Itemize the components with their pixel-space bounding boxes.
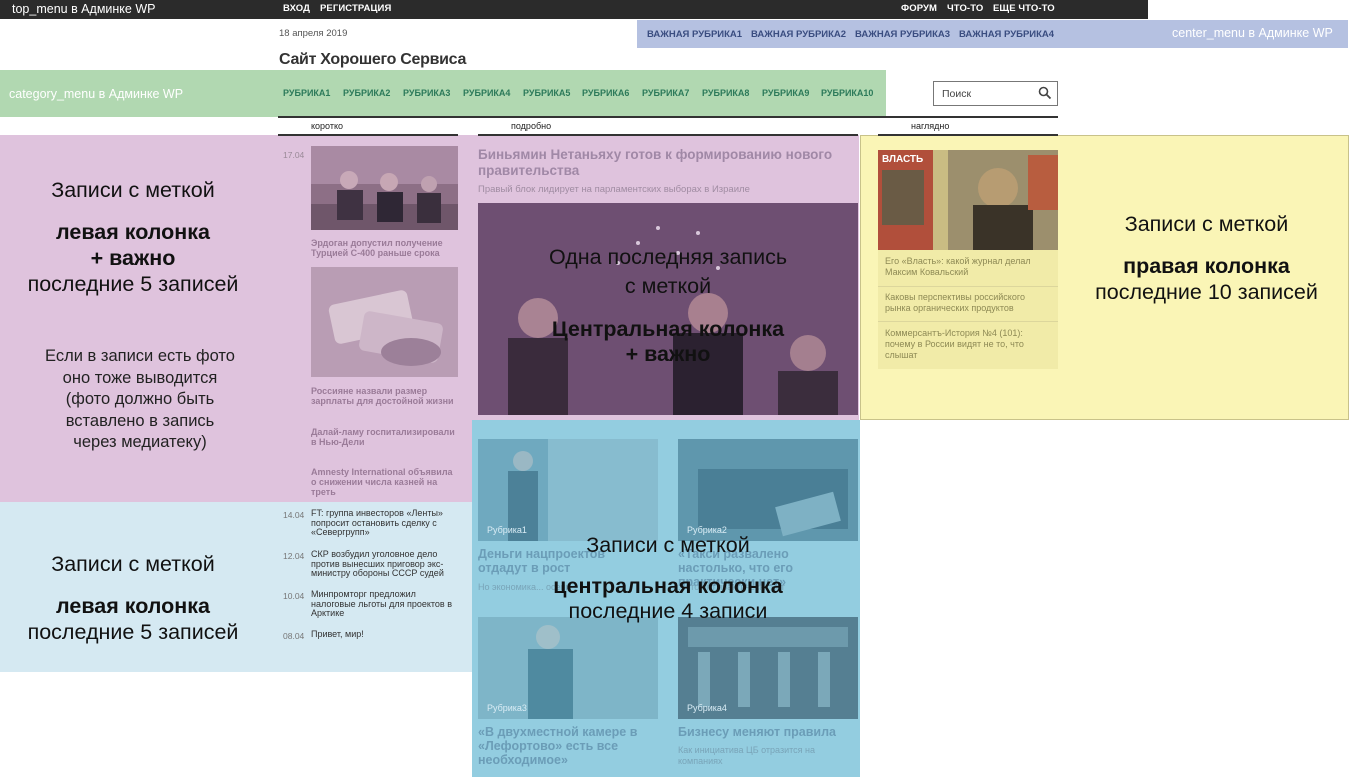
grid-rubric[interactable]: Рубрика3 <box>487 703 527 713</box>
forum-link[interactable]: ФОРУМ <box>901 3 937 14</box>
something-else-link[interactable]: ЕЩЕ ЧТО-ТО <box>993 3 1055 14</box>
news-title[interactable]: Минпромторг предложил налоговые льготы д… <box>311 589 461 619</box>
column-divider-right <box>878 134 1058 136</box>
main-news-title[interactable]: Биньямин Нетаньяху готов к формированию … <box>478 147 853 179</box>
news-date: 08.04 <box>283 631 305 641</box>
annotation-note: (фото должно быть <box>65 390 215 408</box>
category-item-4[interactable]: РУБРИКА4 <box>463 88 510 98</box>
grid-title[interactable]: Бизнесу меняют правила <box>678 725 858 739</box>
category-item-1[interactable]: РУБРИКА1 <box>283 88 330 98</box>
category-menu-note: category_menu в Админке WP <box>9 87 184 101</box>
annotation-count: последние 4 записи <box>568 599 768 623</box>
annotation-title: Записи с меткой <box>51 552 215 576</box>
category-item-6[interactable]: РУБРИКА6 <box>582 88 629 98</box>
annotation-note: вставлено в запись <box>65 412 215 430</box>
annotation-title: Одна последняя запись <box>548 245 788 269</box>
login-link[interactable]: ВХОД <box>283 3 310 14</box>
right-news-divider <box>878 286 1058 287</box>
column-head-detailed: подробно <box>511 121 552 131</box>
right-news-photo[interactable] <box>878 150 1058 250</box>
news-date: 14.04 <box>283 510 305 520</box>
category-item-10[interactable]: РУБРИКА10 <box>821 88 873 98</box>
news-title[interactable]: СКР возбудил уголовное дело против вынес… <box>311 549 461 579</box>
right-news-item[interactable]: Каковы перспективы российского рынка орг… <box>885 292 1053 314</box>
annotation-column: Центральная колонка <box>551 317 785 341</box>
news-title[interactable]: Россияне назвали размер зарплаты для дос… <box>311 386 458 406</box>
right-news-item[interactable]: Коммерсантъ-История №4 (101): почему в Р… <box>885 328 1053 361</box>
center-menu-item-1[interactable]: ВАЖНАЯ РУБРИКА1 <box>647 29 742 40</box>
column-head-short: коротко <box>311 121 344 131</box>
news-date: 12.04 <box>283 551 305 561</box>
annotation-column: центральная колонка <box>553 574 783 598</box>
category-item-7[interactable]: РУБРИКА7 <box>642 88 689 98</box>
news-title[interactable]: Привет, мир! <box>311 629 461 640</box>
register-link[interactable]: РЕГИСТРАЦИЯ <box>320 3 391 14</box>
category-item-8[interactable]: РУБРИКА8 <box>702 88 749 98</box>
annotation-note: Если в записи есть фото <box>45 347 235 365</box>
annotation-important: + важно <box>625 342 711 366</box>
annotation-count: последние 5 записей <box>27 620 239 644</box>
annotation-note: оно тоже выводится <box>62 369 218 387</box>
annotation-column: правая колонка <box>1123 254 1290 278</box>
category-item-2[interactable]: РУБРИКА2 <box>343 88 390 98</box>
news-date: 10.04 <box>283 591 305 601</box>
news-date: 17.04 <box>283 150 305 160</box>
search-placeholder: Поиск <box>942 88 972 100</box>
annotation-count: последние 5 записей <box>27 272 239 296</box>
center-menu-item-4[interactable]: ВАЖНАЯ РУБРИКА4 <box>959 29 1054 40</box>
column-divider-left <box>278 134 458 136</box>
right-photo-label: ВЛАСТЬ <box>882 154 924 165</box>
annotation-title: Записи с меткой <box>1124 212 1289 236</box>
column-divider-center <box>478 134 858 136</box>
column-head-visual: наглядно <box>911 121 950 131</box>
main-news-subtitle: Правый блок лидирует на парламентских вы… <box>478 184 750 195</box>
center-menu-item-2[interactable]: ВАЖНАЯ РУБРИКА2 <box>751 29 846 40</box>
top-menu-note: top_menu в Админке WP <box>12 2 156 16</box>
right-news-item[interactable]: Его «Власть»: какой журнал делал Максим … <box>885 256 1053 278</box>
grid-rubric[interactable]: Рубрика4 <box>687 703 727 713</box>
category-item-5[interactable]: РУБРИКА5 <box>523 88 570 98</box>
annotation-note: через медиатеку) <box>73 433 207 451</box>
search-icon[interactable] <box>1038 86 1052 100</box>
annotation-title: Записи с меткой <box>51 178 215 202</box>
right-news-divider <box>878 321 1058 322</box>
news-photo[interactable] <box>311 267 458 377</box>
grid-subtitle: Как инициатива ЦБ отразится на компаниях <box>678 745 815 766</box>
annotation-title-2: с меткой <box>624 274 712 298</box>
news-photo[interactable] <box>311 146 458 230</box>
site-title[interactable]: Сайт Хорошего Сервиса <box>279 51 466 69</box>
news-title[interactable]: Далай-ламу госпитализировали в Нью-Дели <box>311 427 458 447</box>
category-item-9[interactable]: РУБРИКА9 <box>762 88 809 98</box>
annotation-important: + важно <box>90 246 176 270</box>
news-title[interactable]: FT: группа инвесторов «Ленты» попросит о… <box>311 508 461 538</box>
something-link[interactable]: ЧТО-ТО <box>947 3 983 14</box>
center-menu-note: center_menu в Админке WP <box>1172 26 1333 40</box>
center-menu-item-3[interactable]: ВАЖНАЯ РУБРИКА3 <box>855 29 950 40</box>
news-title[interactable]: Amnesty International объявила о снижени… <box>311 467 458 497</box>
header-divider <box>278 116 1058 118</box>
news-title[interactable]: Эрдоган допустил получение Турцией С-400… <box>311 238 458 258</box>
annotation-column: левая колонка <box>55 594 211 618</box>
annotation-count: последние 10 записей <box>1095 280 1318 304</box>
annotation-title: Записи с меткой <box>586 533 750 557</box>
current-date: 18 апреля 2019 <box>279 28 348 39</box>
grid-title[interactable]: «В двухместной камере в «Лефортово» есть… <box>478 725 658 767</box>
annotation-column: левая колонка <box>55 220 211 244</box>
category-item-3[interactable]: РУБРИКА3 <box>403 88 450 98</box>
main-news-photo[interactable] <box>478 203 858 415</box>
